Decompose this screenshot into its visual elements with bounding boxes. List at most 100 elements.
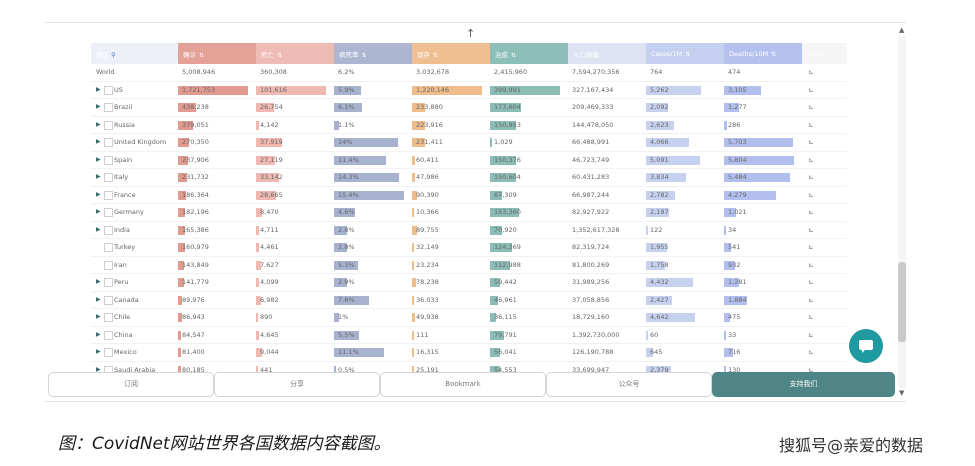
- row-checkbox[interactable]: [104, 120, 113, 130]
- deaths-10m-cell: 1,021: [724, 203, 802, 222]
- table-row[interactable]: ▶ Brazil 438,238 26,754 6.1% 233,880 177,604 20…: [91, 98, 847, 117]
- expand-arrow-icon[interactable]: ▶: [96, 191, 101, 198]
- col-header-region[interactable]: 地区 ⚲: [91, 43, 178, 64]
- row-checkbox[interactable]: [104, 155, 113, 165]
- chart-icon[interactable]: ⊾: [808, 348, 814, 356]
- expand-arrow-icon[interactable]: ▶: [96, 173, 101, 180]
- table-row[interactable]: ▶ India 165,386 4,711 2.8% 89,755 70,920 1,352,…: [91, 221, 847, 239]
- country-cell: ▶ France: [91, 186, 178, 204]
- table-row[interactable]: Iran 143,849 7,627 5.3% 23,234 112,988 81,800,…: [91, 256, 847, 274]
- expand-arrow-icon[interactable]: ▶: [96, 86, 101, 93]
- expand-arrow-icon[interactable]: ▶: [96, 296, 101, 303]
- row-checkbox[interactable]: [104, 295, 113, 305]
- pop-cell: 60,431,283: [568, 168, 646, 187]
- chart-icon[interactable]: ⊾: [808, 103, 814, 111]
- col-header-cases-1m[interactable]: Cases/1M ⇅: [646, 43, 724, 64]
- expand-arrow-icon[interactable]: ▶: [96, 348, 101, 355]
- table-row[interactable]: Turkey 160,979 4,461 2.8% 32,149 124,369 82,31…: [91, 238, 847, 257]
- official-account-button[interactable]: 公众号: [546, 372, 712, 397]
- row-checkbox[interactable]: [104, 173, 113, 183]
- col-header-population[interactable]: 人口数量: [568, 43, 646, 64]
- expand-arrow-icon[interactable]: ▶: [96, 278, 101, 285]
- expand-arrow-icon[interactable]: ▶: [96, 103, 101, 110]
- row-checkbox[interactable]: [104, 348, 113, 358]
- chart-icon[interactable]: ⊾: [808, 261, 814, 269]
- chart-icon[interactable]: ⊾: [808, 243, 814, 251]
- row-checkbox[interactable]: [104, 225, 113, 235]
- table-row[interactable]: ▶ France 186,364 28,665 15.4% 90,390 67,309 66,…: [91, 186, 847, 204]
- pop-cell: 209,469,333: [568, 98, 646, 117]
- col-header-active[interactable]: 现存 ⇅: [412, 43, 490, 64]
- chart-icon[interactable]: ⊾: [808, 156, 814, 164]
- expand-arrow-icon[interactable]: ▶: [96, 226, 101, 233]
- sort-icon[interactable]: ⇅: [511, 52, 516, 59]
- col-header-recovered[interactable]: 治愈 ⇅: [490, 43, 568, 64]
- table-row[interactable]: ▶ China 84,547 4,645 5.5% 111 79,791 1,392,730,…: [91, 326, 847, 344]
- sort-icon[interactable]: ⇅: [199, 52, 204, 59]
- col-header-deaths[interactable]: 死亡 ⇅: [256, 43, 334, 64]
- table-row[interactable]: ▶ Germany 182,196 8,470 4.6% 10,366 163,360 82,…: [91, 203, 847, 222]
- chart-icon[interactable]: ⊾: [808, 208, 814, 216]
- chart-icon[interactable]: ⊾: [808, 68, 814, 76]
- chart-icon[interactable]: ⊾: [808, 173, 814, 181]
- search-icon[interactable]: ⚲: [111, 51, 116, 59]
- share-button[interactable]: 分享: [214, 372, 380, 397]
- table-row[interactable]: ▶ Italy 231,732 33,142 14.3% 47,986 150,604 60,…: [91, 168, 847, 187]
- chart-icon[interactable]: ⊾: [808, 296, 814, 304]
- table-row[interactable]: ▶ Spain 237,906 27,119 11.4% 60,411 150,376 46,…: [91, 151, 847, 169]
- expand-arrow-icon[interactable]: ▶: [96, 313, 101, 320]
- sort-icon[interactable]: ⇅: [277, 52, 282, 59]
- table-row[interactable]: ▶ Peru 141,779 4,099 2.9% 78,238 59,442 31,989,…: [91, 273, 847, 292]
- chart-icon[interactable]: ⊾: [808, 121, 814, 129]
- bookmark-button[interactable]: Bookmark: [380, 372, 546, 397]
- chart-icon[interactable]: ⊾: [808, 331, 814, 339]
- scroll-top-arrow-icon[interactable]: ↑: [466, 27, 475, 40]
- expand-arrow-icon[interactable]: ▶: [96, 331, 101, 338]
- table-row[interactable]: ▶ US 1,721,753 101,616 5.9% 1,220,146 399,991 3…: [91, 81, 847, 99]
- row-checkbox[interactable]: [104, 278, 113, 288]
- country-table: 地区 ⚲ 确诊 ⇅ 死亡 ⇅ 病死率 ⇅ 现存 ⇅ 治愈 ⇅ 人口数量 Cases/1M ⇅…: [91, 43, 847, 379]
- chart-icon[interactable]: ⊾: [808, 138, 814, 146]
- table-row[interactable]: ▶ Chile 86,943 890 1% 49,938 36,115 18,729,160 4…: [91, 308, 847, 327]
- col-header-more[interactable]: More: [802, 43, 847, 64]
- cfr-value: 2.8%: [338, 225, 355, 234]
- row-checkbox[interactable]: [104, 313, 113, 323]
- col-header-cfr[interactable]: 病死率 ⇅: [334, 43, 412, 64]
- sort-icon[interactable]: ⇅: [771, 51, 776, 58]
- table-row[interactable]: World 5,008,946 360,308 6.2% 3,032,678 2,415,…: [91, 64, 847, 82]
- row-checkbox[interactable]: [104, 208, 113, 218]
- sort-icon[interactable]: ⇅: [433, 52, 438, 59]
- scrollbar-thumb[interactable]: [898, 262, 906, 342]
- chart-icon[interactable]: ⊾: [808, 313, 814, 321]
- row-checkbox[interactable]: [104, 85, 113, 95]
- row-checkbox[interactable]: [104, 103, 113, 113]
- row-checkbox[interactable]: [104, 190, 113, 200]
- row-checkbox[interactable]: [104, 138, 113, 148]
- chart-icon[interactable]: ⊾: [808, 191, 814, 199]
- row-checkbox[interactable]: [104, 243, 113, 253]
- cases-1m-cell: 1,758: [646, 256, 724, 274]
- sort-icon[interactable]: ⇅: [685, 51, 690, 58]
- subscribe-button[interactable]: 订阅: [48, 372, 214, 397]
- chat-bubble-icon[interactable]: [849, 329, 883, 363]
- expand-arrow-icon[interactable]: ▶: [96, 156, 101, 163]
- row-checkbox[interactable]: [104, 330, 113, 340]
- scroll-down-icon[interactable]: ▼: [899, 389, 904, 397]
- deaths-10m-value: 932: [728, 260, 741, 269]
- chart-icon[interactable]: ⊾: [808, 86, 814, 94]
- table-row[interactable]: ▶ Canada 89,976 6,982 7.8% 36,033 46,961 37,058…: [91, 291, 847, 309]
- sort-icon[interactable]: ⇅: [362, 52, 367, 59]
- table-row[interactable]: ▶ Russia 379,051 4,142 1.1% 223,916 150,993 144…: [91, 116, 847, 134]
- table-row[interactable]: ▶ Mexico 81,400 9,044 11.1% 16,315 56,041 126,1…: [91, 343, 847, 362]
- table-row[interactable]: ▶ United Kingdom 270,350 37,919 14% 231,411 1,…: [91, 133, 847, 152]
- col-header-deaths-10m[interactable]: Deaths/10M ⇅: [724, 43, 802, 64]
- expand-arrow-icon[interactable]: ▶: [96, 121, 101, 128]
- chart-icon[interactable]: ⊾: [808, 278, 814, 286]
- col-header-confirmed[interactable]: 确诊 ⇅: [178, 43, 256, 64]
- scroll-up-icon[interactable]: ▲: [899, 26, 904, 34]
- row-checkbox[interactable]: [104, 260, 113, 270]
- chart-icon[interactable]: ⊾: [808, 226, 814, 234]
- expand-arrow-icon[interactable]: ▶: [96, 138, 101, 145]
- expand-arrow-icon[interactable]: ▶: [96, 208, 101, 215]
- support-us-button[interactable]: 支持我们: [712, 372, 895, 397]
